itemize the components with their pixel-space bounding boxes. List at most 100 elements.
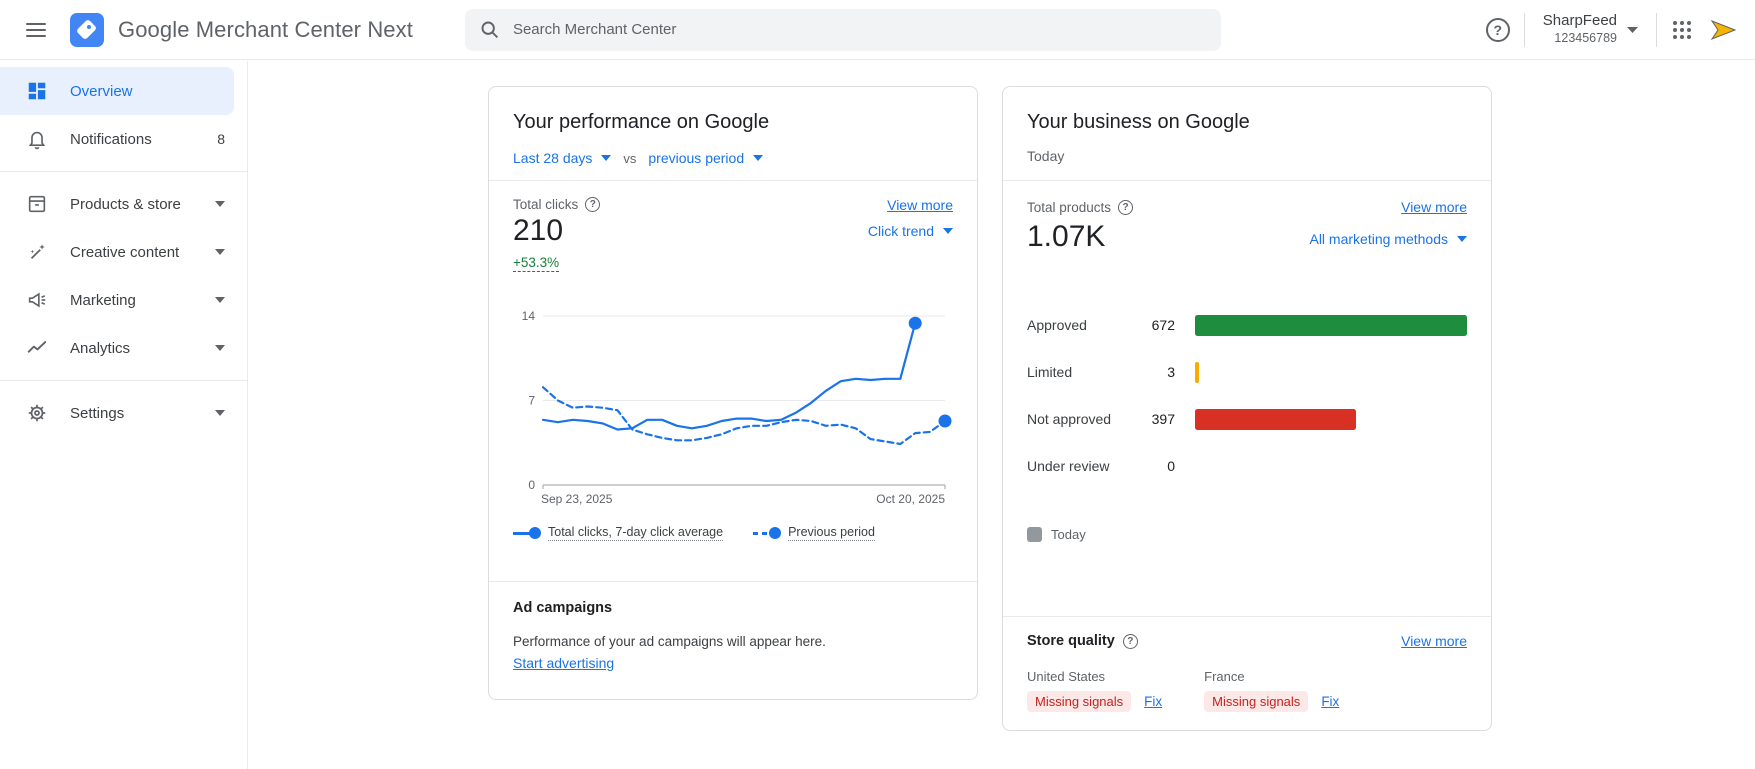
legend-item-previous[interactable]: Previous period <box>753 525 875 541</box>
sidebar-item-marketing[interactable]: Marketing <box>0 276 247 324</box>
status-row-limited: Limited 3 <box>1027 358 1467 386</box>
ad-campaigns-section: Ad campaigns Performance of your ad camp… <box>489 582 977 697</box>
fix-link-france[interactable]: Fix <box>1321 694 1339 709</box>
store-quality-region-us: United States Missing signals Fix <box>1027 669 1162 712</box>
help-icon[interactable]: ? <box>585 197 601 212</box>
megaphone-icon <box>28 292 46 308</box>
bell-icon <box>28 131 46 150</box>
help-icon[interactable]: ? <box>1118 200 1134 215</box>
products-view-more-link[interactable]: View more <box>1401 199 1467 215</box>
sidebar-divider <box>0 171 247 172</box>
chevron-down-icon <box>753 155 764 161</box>
solid-line-marker-icon <box>513 527 541 540</box>
hamburger-menu-icon[interactable] <box>16 10 56 50</box>
today-swatch-icon <box>1027 527 1042 542</box>
today-legend: Today <box>1027 527 1467 542</box>
profile-avatar[interactable] <box>1707 14 1739 46</box>
sidebar-item-label: Creative content <box>70 243 180 261</box>
svg-text:14: 14 <box>522 309 536 323</box>
help-icon[interactable]: ? <box>1485 17 1510 42</box>
merchant-center-logo-icon <box>70 12 104 47</box>
inventory-box-icon <box>28 195 46 213</box>
sidebar-item-label: Marketing <box>70 291 136 309</box>
sidebar-item-creative-content[interactable]: Creative content <box>0 228 247 276</box>
sidebar-item-overview[interactable]: Overview <box>0 67 234 115</box>
start-advertising-link[interactable]: Start advertising <box>513 655 614 671</box>
period-selector[interactable]: Last 28 days <box>513 150 612 166</box>
marketing-methods-selector[interactable]: All marketing methods <box>1309 231 1467 247</box>
svg-text:Sep 23, 2025: Sep 23, 2025 <box>541 492 613 506</box>
chart-legend: Total clicks, 7-day click average Previo… <box>513 525 953 541</box>
sidebar-item-label: Settings <box>70 404 125 422</box>
sidebar: Overview Notifications 8 Products & stor… <box>0 61 248 769</box>
svg-text:Oct 20, 2025: Oct 20, 2025 <box>876 492 945 506</box>
trend-metric-selector[interactable]: Click trend <box>868 223 953 239</box>
sidebar-item-label: Analytics <box>70 339 131 357</box>
total-clicks-label: Total clicks ? <box>513 197 601 212</box>
chevron-down-icon <box>215 410 233 416</box>
clicks-delta-badge: +53.3% <box>513 255 560 272</box>
sidebar-item-label: Products & store <box>70 195 181 213</box>
sidebar-item-label: Notifications <box>70 130 152 148</box>
approved-bar <box>1195 314 1467 336</box>
apps-grid-icon[interactable] <box>1671 19 1693 41</box>
limited-bar <box>1195 361 1199 383</box>
chevron-down-icon <box>215 201 233 207</box>
vs-label: vs <box>623 150 637 166</box>
app-title: Google Merchant Center Next <box>118 16 413 42</box>
missing-signals-badge: Missing signals <box>1027 691 1132 712</box>
sidebar-item-products-store[interactable]: Products & store <box>0 180 247 228</box>
store-quality-title: Store quality ? <box>1027 633 1138 649</box>
chevron-down-icon <box>1457 236 1467 242</box>
total-products-value: 1.07K <box>1027 220 1106 253</box>
business-card-subtitle: Today <box>1027 148 1065 164</box>
sidebar-item-settings[interactable]: Settings <box>0 389 247 437</box>
business-card-title: Your business on Google <box>1027 111 1250 133</box>
status-row-approved: Approved 672 <box>1027 311 1467 339</box>
help-icon[interactable]: ? <box>1122 633 1138 649</box>
app-header: Google Merchant Center Next ? SharpFeed … <box>0 0 1755 60</box>
account-switcher[interactable]: SharpFeed 123456789 <box>1539 12 1642 46</box>
account-id: 123456789 <box>1554 31 1617 46</box>
search-icon <box>479 19 500 40</box>
gear-icon <box>28 404 46 422</box>
svg-text:0: 0 <box>528 478 535 492</box>
compare-period-selector[interactable]: previous period <box>648 150 764 166</box>
chevron-down-icon <box>215 249 233 255</box>
search-bar[interactable] <box>464 8 1221 51</box>
svg-text:7: 7 <box>528 394 535 408</box>
store-quality-region-france: France Missing signals Fix <box>1204 669 1339 712</box>
chevron-down-icon <box>943 228 953 234</box>
ad-campaigns-title: Ad campaigns <box>513 600 613 616</box>
status-row-under-review: Under review 0 <box>1027 458 1175 474</box>
total-products-label: Total products ? <box>1027 200 1134 215</box>
store-quality-section: Store quality ? View more United States … <box>1003 617 1491 730</box>
card-divider <box>489 180 977 181</box>
ad-campaigns-description: Performance of your ad campaigns will ap… <box>513 634 826 649</box>
chevron-down-icon <box>1627 26 1638 33</box>
legend-item-current[interactable]: Total clicks, 7-day click average <box>513 525 724 541</box>
notifications-count-badge: 8 <box>217 131 225 147</box>
business-card: Your business on Google Today Total prod… <box>1002 86 1492 731</box>
header-divider <box>1656 12 1657 47</box>
magic-wand-icon <box>30 244 45 260</box>
performance-card: Your performance on Google Last 28 days … <box>488 86 978 700</box>
sidebar-divider <box>0 380 247 381</box>
sidebar-item-label: Overview <box>70 82 133 100</box>
clicks-trend-chart: 0 7 14 Sep 23, 2025 Oct 20, 2025 <box>513 292 953 517</box>
fix-link-us[interactable]: Fix <box>1144 694 1162 709</box>
performance-card-title: Your performance on Google <box>513 111 770 133</box>
not-approved-bar <box>1195 408 1356 430</box>
main-content: Your performance on Google Last 28 days … <box>248 61 1755 769</box>
chevron-down-icon <box>601 155 612 161</box>
chevron-down-icon <box>215 297 233 303</box>
trend-line-icon <box>27 341 47 353</box>
account-name: SharpFeed <box>1542 12 1617 30</box>
total-clicks-value: 210 <box>513 214 564 247</box>
chevron-down-icon <box>215 345 233 351</box>
sidebar-item-analytics[interactable]: Analytics <box>0 324 247 372</box>
search-input[interactable] <box>464 8 1221 51</box>
performance-view-more-link[interactable]: View more <box>887 197 953 213</box>
sidebar-item-notifications[interactable]: Notifications 8 <box>0 115 247 163</box>
store-quality-view-more-link[interactable]: View more <box>1401 633 1467 649</box>
